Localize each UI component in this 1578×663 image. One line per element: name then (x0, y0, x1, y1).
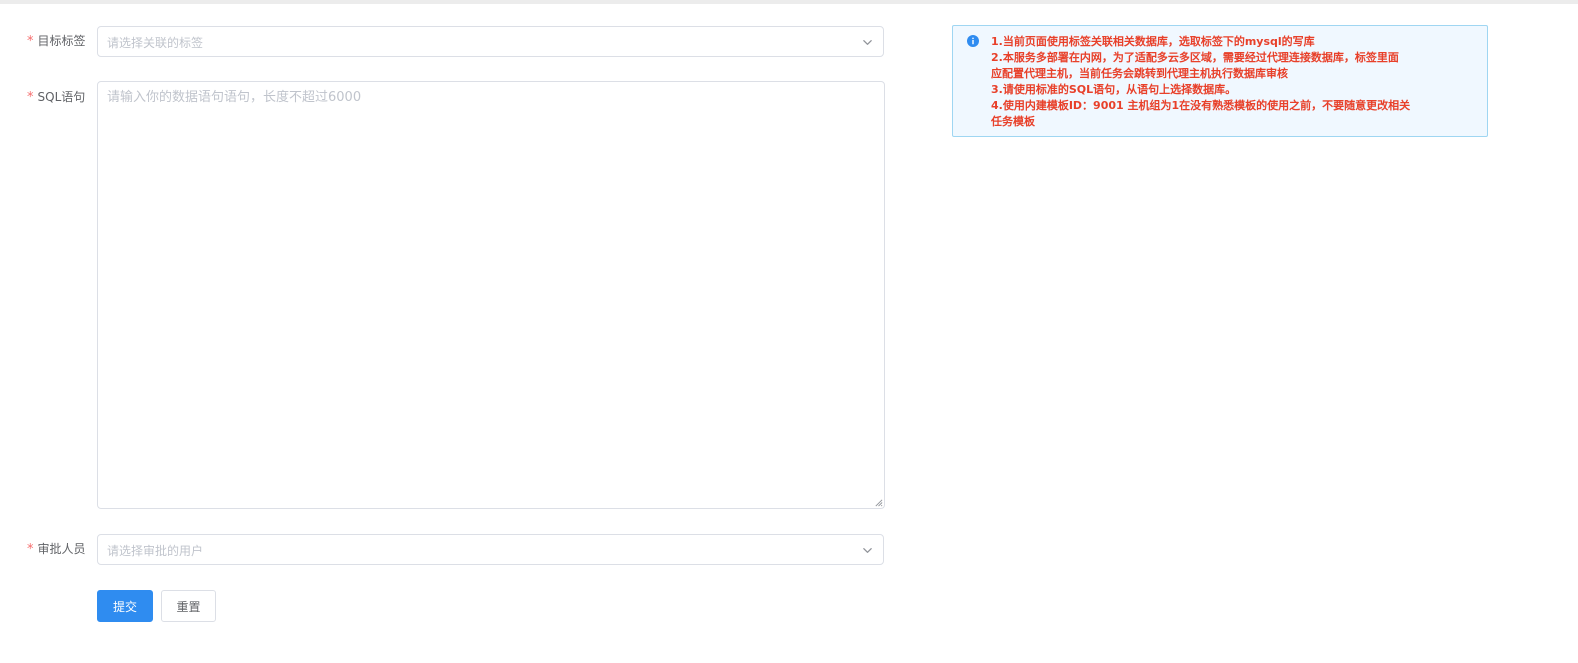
approver-select[interactable]: 请选择审批的用户 (97, 534, 884, 565)
notice-line: 4.使用内建模板ID：9001 主机组为1在没有熟悉模板的使用之前，不要随意更改… (991, 99, 1411, 112)
notice-line: 2.本服务多部署在内网，为了适配多云多区域，需要经过代理连接数据库，标签里面 (991, 51, 1399, 64)
sql-label-text: SQL语句 (37, 90, 86, 104)
submit-button[interactable]: 提交 (97, 590, 153, 622)
target-tag-placeholder: 请选择关联的标签 (107, 36, 204, 50)
resize-handle-icon[interactable] (874, 498, 883, 507)
notice-alert: 1.当前页面使用标签关联相关数据库，选取标签下的mysql的写库 2.本服务多部… (952, 25, 1488, 137)
required-mark: * (27, 542, 34, 557)
notice-line: 任务模板 (991, 115, 1035, 128)
sql-label: * SQL语句 (27, 89, 85, 106)
info-icon (967, 35, 979, 47)
top-divider (0, 0, 1578, 4)
required-mark: * (27, 90, 34, 105)
target-tag-label-text: 目标标签 (37, 34, 86, 48)
required-mark: * (27, 34, 34, 49)
target-tag-label: * 目标标签 (27, 33, 86, 50)
approver-label-text: 审批人员 (37, 542, 86, 556)
chevron-down-icon[interactable] (862, 37, 873, 48)
notice-lines: 1.当前页面使用标签关联相关数据库，选取标签下的mysql的写库 2.本服务多部… (991, 34, 1461, 130)
reset-button[interactable]: 重置 (161, 590, 216, 622)
sql-textarea[interactable]: 请输入你的数据语句语句，长度不超过6000 (97, 81, 885, 509)
target-tag-select[interactable]: 请选择关联的标签 (97, 26, 884, 57)
approver-placeholder: 请选择审批的用户 (107, 544, 204, 558)
notice-line: 1.当前页面使用标签关联相关数据库，选取标签下的mysql的写库 (991, 35, 1315, 48)
notice-line: 3.请使用标准的SQL语句，从语句上选择数据库。 (991, 83, 1237, 96)
sql-placeholder: 请输入你的数据语句语句，长度不超过6000 (107, 90, 362, 105)
chevron-down-icon[interactable] (862, 545, 873, 556)
approver-label: * 审批人员 (27, 541, 86, 558)
notice-line: 应配置代理主机，当前任务会跳转到代理主机执行数据库审核 (991, 67, 1288, 80)
